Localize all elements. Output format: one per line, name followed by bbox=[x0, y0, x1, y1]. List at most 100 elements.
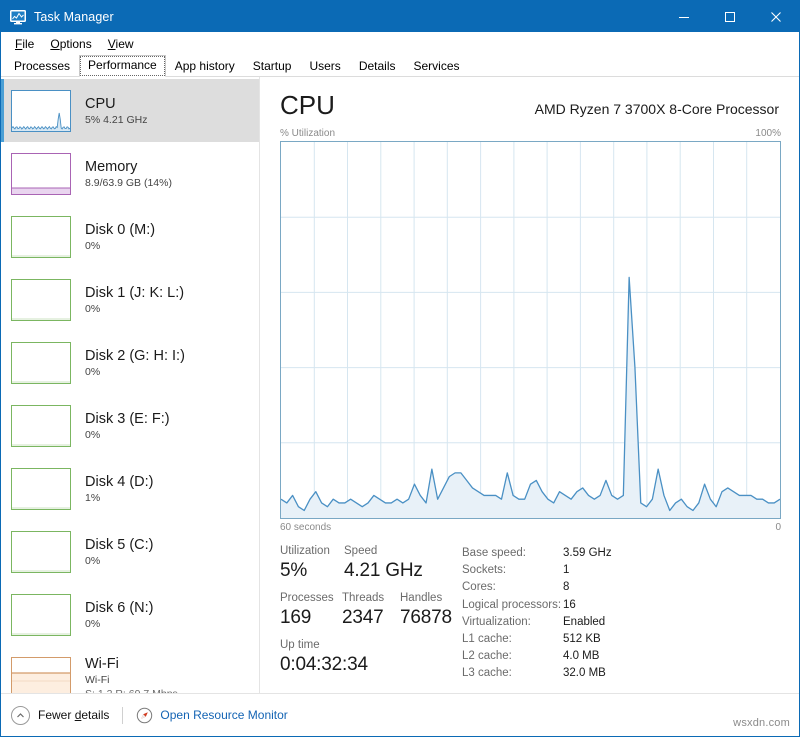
sidebar-item-label: Disk 6 (N:) bbox=[85, 599, 153, 617]
sidebar-item-label: Memory bbox=[85, 158, 172, 176]
sidebar-item-disk-6-n[interactable]: Disk 6 (N:)0% bbox=[1, 583, 259, 646]
tab-details[interactable]: Details bbox=[350, 56, 405, 77]
menu-item-file[interactable]: File bbox=[8, 35, 43, 53]
sidebar-item-info: CPU5% 4.21 GHz bbox=[85, 95, 147, 127]
tab-label: App history bbox=[175, 59, 235, 73]
stat-value: 5% bbox=[280, 559, 344, 583]
sidebar-thumbnail-graph bbox=[11, 90, 71, 132]
stat-row-3: Up time 0:04:32:34 bbox=[280, 637, 458, 677]
sidebar-item-disk-5-c[interactable]: Disk 5 (C:)0% bbox=[1, 520, 259, 583]
stat-label: Threads bbox=[342, 590, 400, 606]
fewer-details-button[interactable]: Fewer details bbox=[11, 706, 109, 725]
task-manager-icon bbox=[10, 9, 26, 25]
tab-app-history[interactable]: App history bbox=[166, 56, 244, 77]
sidebar-item-disk-4-d[interactable]: Disk 4 (D:)1% bbox=[1, 457, 259, 520]
spec-row: Base speed:3.59 GHz bbox=[462, 545, 781, 562]
sidebar-item-info: Disk 6 (N:)0% bbox=[85, 599, 153, 631]
resource-sidebar[interactable]: CPU5% 4.21 GHz Memory8.9/63.9 GB (14%) Dis… bbox=[1, 77, 260, 693]
sidebar-item-disk-3-e-f[interactable]: Disk 3 (E: F:)0% bbox=[1, 394, 259, 457]
sidebar-item-info: Disk 1 (J: K: L:)0% bbox=[85, 284, 184, 316]
tab-processes[interactable]: Processes bbox=[5, 56, 79, 77]
tab-services[interactable]: Services bbox=[405, 56, 469, 77]
spec-key: Virtualization: bbox=[462, 614, 563, 631]
spec-key: L2 cache: bbox=[462, 648, 563, 665]
primary-stats: Utilization 5% Speed 4.21 GHz Processes … bbox=[280, 543, 458, 684]
spec-row: L3 cache:32.0 MB bbox=[462, 665, 781, 682]
sidebar-item-disk-0-m[interactable]: Disk 0 (M:)0% bbox=[1, 205, 259, 268]
close-button[interactable] bbox=[753, 1, 799, 32]
resource-monitor-label: Open Resource Monitor bbox=[160, 708, 287, 722]
chart-time-end-label: 0 bbox=[775, 522, 781, 533]
spec-value: 3.59 GHz bbox=[563, 545, 612, 562]
spec-key: Sockets: bbox=[462, 562, 563, 579]
maximize-button[interactable] bbox=[707, 1, 753, 32]
sidebar-thumbnail-graph bbox=[11, 594, 71, 636]
statistics-area: Utilization 5% Speed 4.21 GHz Processes … bbox=[280, 543, 781, 684]
stat-speed: Speed 4.21 GHz bbox=[344, 543, 423, 583]
spec-value: 8 bbox=[563, 579, 569, 596]
stat-processes: Processes 169 bbox=[280, 590, 342, 630]
tab-startup[interactable]: Startup bbox=[244, 56, 301, 77]
content-area: CPU5% 4.21 GHzMemory8.9/63.9 GB (14%)Dis… bbox=[1, 77, 799, 693]
sidebar-item-info: Wi-FiWi-FiS: 1.2 R: 69.7 Mbps bbox=[85, 655, 178, 694]
tab-label: Performance bbox=[88, 58, 157, 72]
sidebar-item-sub: 0% bbox=[85, 617, 153, 631]
stat-label: Up time bbox=[280, 637, 368, 653]
stat-row-2: Processes 169 Threads 2347 Handles 76878 bbox=[280, 590, 458, 630]
sidebar-item-wi-fi[interactable]: Wi-FiWi-FiS: 1.2 R: 69.7 Mbps bbox=[1, 646, 259, 693]
sidebar-thumbnail-graph bbox=[11, 279, 71, 321]
sidebar-item-info: Disk 3 (E: F:)0% bbox=[85, 410, 170, 442]
sidebar-item-label: Disk 0 (M:) bbox=[85, 221, 155, 239]
sidebar-item-label: Disk 5 (C:) bbox=[85, 536, 153, 554]
sidebar-thumbnail-graph bbox=[11, 216, 71, 258]
spec-key: L1 cache: bbox=[462, 631, 563, 648]
sidebar-item-sub: 8.9/63.9 GB (14%) bbox=[85, 176, 172, 190]
fewer-details-label: Fewer details bbox=[38, 708, 109, 722]
sidebar-thumbnail-graph bbox=[11, 468, 71, 510]
chart-y-axis-label: % Utilization bbox=[280, 128, 335, 139]
stat-value: 169 bbox=[280, 606, 342, 630]
spec-row: Cores:8 bbox=[462, 579, 781, 596]
tab-label: Services bbox=[414, 59, 460, 73]
menu-item-view[interactable]: View bbox=[101, 35, 143, 53]
chart-axis-labels: % Utilization 100% bbox=[280, 128, 781, 139]
sidebar-item-cpu[interactable]: CPU5% 4.21 GHz bbox=[1, 79, 259, 142]
chart-time-start-label: 60 seconds bbox=[280, 522, 331, 533]
open-resource-monitor-link[interactable]: Open Resource Monitor bbox=[136, 707, 287, 724]
tab-users[interactable]: Users bbox=[300, 56, 349, 77]
sidebar-item-disk-2-g-h-i[interactable]: Disk 2 (G: H: I:)0% bbox=[1, 331, 259, 394]
sidebar-item-info: Memory8.9/63.9 GB (14%) bbox=[85, 158, 172, 190]
stat-label: Handles bbox=[400, 590, 452, 606]
sidebar-item-sub: 0% bbox=[85, 302, 184, 316]
tab-label: Startup bbox=[253, 59, 292, 73]
stat-value: 0:04:32:34 bbox=[280, 653, 368, 677]
spec-value: Enabled bbox=[563, 614, 605, 631]
minimize-button[interactable] bbox=[661, 1, 707, 32]
stat-label: Speed bbox=[344, 543, 423, 559]
sidebar-item-label: Disk 1 (J: K: L:) bbox=[85, 284, 184, 302]
sidebar-thumbnail-graph bbox=[11, 342, 71, 384]
sidebar-thumbnail-graph bbox=[11, 405, 71, 447]
stat-value: 4.21 GHz bbox=[344, 559, 423, 583]
sidebar-thumbnail-graph bbox=[11, 657, 71, 694]
tab-performance[interactable]: Performance bbox=[79, 55, 166, 77]
spec-key: Base speed: bbox=[462, 545, 563, 562]
sidebar-item-sub: 0% bbox=[85, 365, 185, 379]
sidebar-item-disk-1-j-k-l[interactable]: Disk 1 (J: K: L:)0% bbox=[1, 268, 259, 331]
chart-max-label: 100% bbox=[755, 128, 781, 139]
title-bar: Task Manager bbox=[1, 1, 799, 32]
spec-row: L2 cache:4.0 MB bbox=[462, 648, 781, 665]
tab-label: Details bbox=[359, 59, 396, 73]
spec-row: Logical processors:16 bbox=[462, 597, 781, 614]
sidebar-item-label: CPU bbox=[85, 95, 147, 113]
cpu-utilization-chart[interactable] bbox=[280, 141, 781, 519]
menu-item-options[interactable]: Options bbox=[43, 35, 100, 53]
spec-value: 16 bbox=[563, 597, 576, 614]
sidebar-item-sub: 0% bbox=[85, 554, 153, 568]
spec-key: L3 cache: bbox=[462, 665, 563, 682]
stat-row-1: Utilization 5% Speed 4.21 GHz bbox=[280, 543, 458, 583]
spec-value: 32.0 MB bbox=[563, 665, 606, 682]
sidebar-item-memory[interactable]: Memory8.9/63.9 GB (14%) bbox=[1, 142, 259, 205]
menu-bar: FileOptionsView bbox=[1, 32, 799, 55]
status-bar: Fewer details Open Resource Monitor wsxd… bbox=[1, 693, 799, 736]
